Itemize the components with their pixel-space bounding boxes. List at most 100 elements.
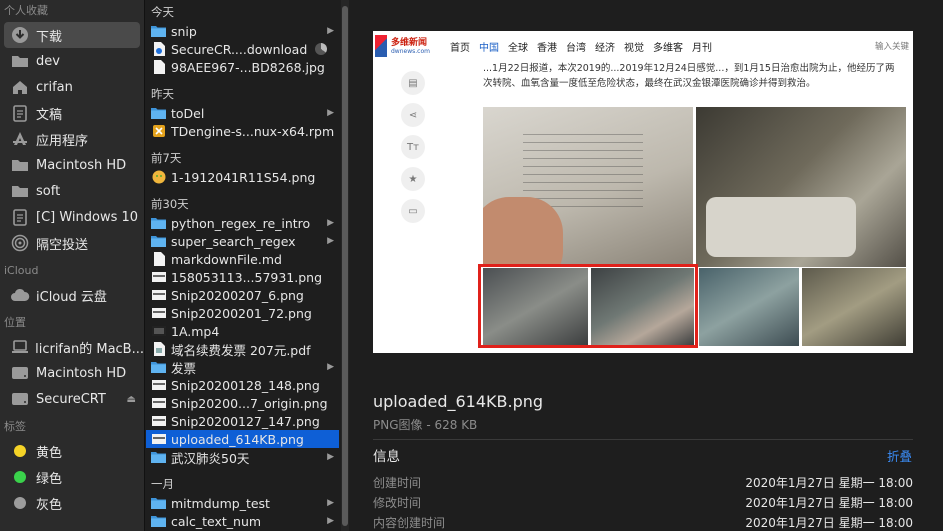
article-text: ...1月22日报道，本次2019的...2019年12月24日感觉...，到1…	[483, 63, 895, 89]
tag-color-dot	[14, 497, 26, 509]
file-item[interactable]: 1A.mp4	[146, 322, 339, 340]
sidebar-section-title: 个人收藏	[4, 4, 48, 17]
file-item[interactable]: super_search_regex ▶	[146, 232, 339, 250]
sidebar-item-label: 绿色	[36, 471, 63, 487]
file-item[interactable]: Snip20200...7_origin.png	[146, 394, 339, 412]
sidebar-item-label: 下载	[36, 29, 63, 45]
sidebar-item[interactable]: crifan	[0, 74, 144, 100]
file-item[interactable]: Snip20200207_6.png	[146, 286, 339, 304]
web-nav-item: 全球	[508, 42, 528, 54]
file-list-scrollbar[interactable]	[341, 0, 349, 531]
file-group-title: 前7天	[151, 151, 182, 165]
web-search: 输入关键	[874, 42, 909, 52]
sidebar-item[interactable]: licrifan的 MacB...	[0, 334, 144, 360]
sidebar-item[interactable]: 隔空投送	[0, 230, 144, 256]
sidebar-item[interactable]: [C] Windows 10	[0, 204, 144, 230]
file-item[interactable]: toDel ▶	[146, 104, 339, 122]
web-nav: 多维新闻 dwnews.com 首页 中国 全球 香港 台湾 经济 视觉 多维客 月刊 输入关键	[373, 31, 913, 61]
sidebar-item[interactable]: dev	[0, 48, 144, 74]
sidebar-item[interactable]: 灰色	[0, 490, 144, 516]
file-item[interactable]: 98AEE967-...BD8268.jpg	[146, 58, 339, 76]
folder-icon	[10, 182, 30, 200]
airdrop-icon	[10, 234, 30, 252]
chevron-right-icon: ▶	[327, 218, 334, 228]
folder-icon	[10, 52, 30, 70]
file-name: 158053113...57931.png	[171, 269, 323, 285]
folder-icon	[151, 25, 166, 38]
eject-icon[interactable]: ⏏	[127, 394, 136, 405]
file-item[interactable]: uploaded_614KB.png	[146, 430, 339, 448]
file-item[interactable]: SecureCR....download	[146, 40, 339, 58]
file-item[interactable]: 发票 ▶	[146, 358, 339, 376]
file-name: calc_text_num	[171, 513, 262, 529]
chevron-right-icon: ▶	[327, 498, 334, 508]
sidebar-section-title: iCloud	[4, 264, 39, 277]
sidebar-item-label: Macintosh HD	[36, 157, 127, 173]
info-value: 2020年1月27日 星期一 18:00	[745, 516, 913, 530]
file-item[interactable]: Snip20200201_72.png	[146, 304, 339, 322]
scroll-thumb[interactable]	[342, 6, 348, 526]
sidebar-item[interactable]: soft	[0, 178, 144, 204]
font-size-icon: Tт	[401, 135, 425, 159]
file-name: 1-1912041R11S54.png	[171, 169, 316, 185]
file-name: Snip20200127_147.png	[171, 413, 320, 429]
folder-icon	[151, 451, 166, 464]
sidebar-item[interactable]: SecureCRT ⏏	[0, 386, 144, 412]
sidebar-item[interactable]: 文稿	[0, 100, 144, 126]
document-icon	[151, 252, 166, 266]
sidebar-item[interactable]: 应用程序	[0, 126, 144, 152]
file-item[interactable]: mitmdump_test ▶	[146, 494, 339, 512]
file-item[interactable]: markdownFile.md	[146, 250, 339, 268]
sidebar-item[interactable]: Macintosh HD	[0, 152, 144, 178]
file-group-title: 前30天	[151, 197, 189, 211]
file-item[interactable]: Snip20200128_148.png	[146, 376, 339, 394]
chevron-right-icon: ▶	[327, 452, 334, 462]
file-item[interactable]: 158053113...57931.png	[146, 268, 339, 286]
info-row: 内容创建时间 2020年1月27日 星期一 18:00	[373, 514, 913, 531]
file-item[interactable]: calc_text_num ▶	[146, 512, 339, 530]
file-item[interactable]: 武汉肺炎50天 ▶	[146, 448, 339, 466]
share-icons: ▤ ⋖ Tт ★ ▭	[401, 71, 427, 231]
file-name: 98AEE967-...BD8268.jpg	[171, 59, 325, 75]
info-row: 创建时间 2020年1月27日 星期一 18:00	[373, 474, 913, 494]
sidebar-item-label: 黄色	[36, 445, 63, 461]
info-value: 2020年1月27日 星期一 18:00	[745, 476, 913, 490]
sidebar-item[interactable]: 下载	[4, 22, 140, 48]
image-icon	[151, 170, 166, 184]
file-item[interactable]: TDengine-s...nux-x64.rpm	[146, 122, 339, 140]
web-nav-item: 台湾	[566, 42, 586, 54]
sidebar-item[interactable]: iCloud 云盘	[0, 282, 144, 308]
file-item[interactable]: python_regex_re_intro ▶	[146, 214, 339, 232]
file-item[interactable]: snip ▶	[146, 22, 339, 40]
file-name: Snip20200207_6.png	[171, 287, 304, 303]
image-icon	[151, 397, 166, 410]
sidebar-item[interactable]: Macintosh HD	[0, 360, 144, 386]
image-icon	[151, 379, 166, 392]
file-item[interactable]: 1-1912041R11S54.png	[146, 168, 339, 186]
site-logo: 多维新闻 dwnews.com	[375, 34, 441, 58]
chevron-right-icon: ▶	[327, 236, 334, 246]
sidebar-item[interactable]: 黄色	[0, 438, 144, 464]
file-item[interactable]: Snip20200127_147.png	[146, 412, 339, 430]
folder-icon	[151, 515, 166, 528]
home-icon	[10, 78, 30, 96]
sidebar-item-label: 隔空投送	[36, 237, 89, 253]
sidebar-item-label: 文稿	[36, 107, 63, 123]
download-icon	[10, 26, 30, 44]
file-group-title: 一月	[151, 477, 174, 491]
sidebar-item-label: 应用程序	[36, 133, 89, 149]
applications-icon	[10, 130, 30, 148]
document-icon	[10, 104, 30, 122]
sidebar-item-label: licrifan的 MacB...	[35, 341, 144, 357]
chevron-right-icon: ▶	[327, 26, 334, 36]
file-item[interactable]: 域名续费发票 207元.pdf	[146, 340, 339, 358]
photo-ward	[696, 107, 906, 267]
image-icon	[151, 415, 166, 428]
collapse-button[interactable]: 折叠	[887, 446, 912, 465]
image-icon	[151, 271, 166, 284]
sidebar-item[interactable]: 绿色	[0, 464, 144, 490]
sidebar-item-label: iCloud 云盘	[36, 289, 107, 305]
folder-icon	[151, 107, 166, 120]
image-icon	[151, 433, 166, 446]
